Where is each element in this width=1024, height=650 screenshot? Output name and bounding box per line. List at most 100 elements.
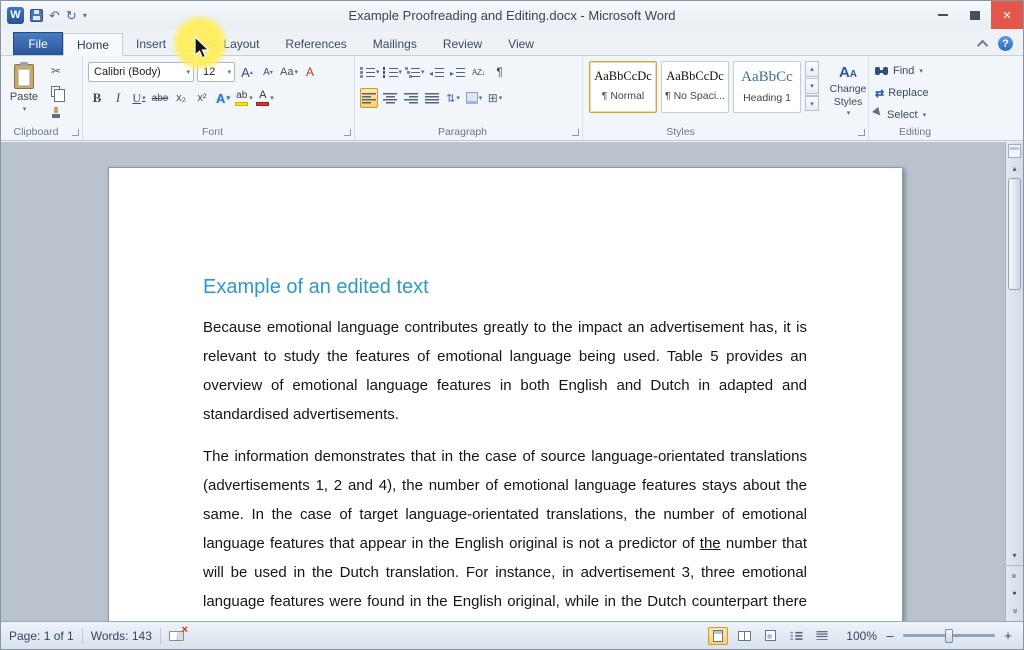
font-name-dropdown-icon[interactable]: ▾ [182,68,190,76]
ribbon: Paste ▾ ✂ Clipboard Calibri (Body) ▾ 12 … [1,56,1023,141]
tab-home[interactable]: Home [63,33,123,56]
font-color-button[interactable]: A ▾ [256,88,274,108]
line-spacing-button[interactable]: ⇅▾ [444,88,462,108]
styles-more-icon[interactable]: ▾ [805,95,819,111]
style-heading1[interactable]: AaBbCc Heading 1 [733,61,801,113]
styles-scroll-down-icon[interactable]: ▾ [805,78,819,94]
font-size-combo[interactable]: 12 ▾ [197,62,235,82]
borders-button[interactable]: ⊞▾ [486,88,504,108]
print-layout-view-button[interactable] [708,627,728,645]
highlight-color-button[interactable]: ab ▾ [235,88,253,108]
styles-group: AaBbCcDc ¶ Normal AaBbCcDc ¶ No Spaci...… [583,56,869,140]
justify-button[interactable] [423,88,441,108]
previous-page-icon[interactable]: « [1009,573,1019,578]
shading-button[interactable]: ▾ [465,88,483,108]
replace-button[interactable]: ⇄ Replace [871,84,929,102]
style-normal[interactable]: AaBbCcDc ¶ Normal [589,61,657,113]
ruler-toggle-icon[interactable] [1008,144,1021,158]
minimize-button[interactable] [927,1,959,29]
find-button[interactable]: Find ▾ [871,62,929,80]
select-browse-object-icon[interactable]: ● [1012,590,1016,597]
zoom-level[interactable]: 100% [846,629,877,643]
repeat-icon[interactable]: ↻ [66,9,77,22]
close-button[interactable]: × [991,1,1023,29]
minimize-ribbon-icon[interactable] [977,39,988,50]
tab-mailings[interactable]: Mailings [360,32,430,55]
underline-button[interactable]: U▾ [130,88,148,108]
paste-dropdown-icon[interactable]: ▾ [23,105,27,113]
paragraph-dialog-launcher[interactable] [572,129,579,136]
align-center-button[interactable] [381,88,399,108]
maximize-button[interactable] [959,1,991,29]
decrease-indent-button[interactable] [428,62,446,82]
bullets-icon [360,67,375,78]
show-hide-pilcrow-button[interactable]: ¶ [491,62,509,82]
word-logo-icon[interactable]: W [7,7,24,24]
vertical-scrollbar[interactable]: ▴ ▾ « ● « [1005,142,1023,621]
styles-scroll-up-icon[interactable]: ▴ [805,61,819,77]
select-dropdown-icon: ▾ [923,111,927,119]
web-layout-view-button[interactable] [760,627,780,645]
save-icon[interactable] [30,9,43,22]
scroll-down-icon[interactable]: ▾ [1006,548,1023,563]
numbering-icon [383,67,398,78]
zoom-slider[interactable] [903,634,995,637]
shrink-font-button[interactable]: A [259,62,277,82]
grow-font-button[interactable]: A [238,62,256,82]
zoom-out-icon[interactable]: – [883,628,897,643]
align-left-button[interactable] [360,88,378,108]
copy-button[interactable] [48,82,74,101]
page-indicator[interactable]: Page: 1 of 1 [9,629,74,643]
tab-insert[interactable]: Insert [123,32,179,55]
bullets-button[interactable]: ▾ [360,62,380,82]
help-icon[interactable]: ? [998,36,1013,51]
select-button[interactable]: Select ▾ [871,106,929,124]
numbering-dropdown-icon: ▾ [399,68,403,76]
format-painter-icon [51,107,61,118]
italic-button[interactable]: I [109,88,127,108]
tab-references[interactable]: References [272,32,359,55]
font-size-dropdown-icon[interactable]: ▾ [223,68,231,76]
clipboard-dialog-launcher[interactable] [72,129,79,136]
undo-icon[interactable]: ↶ [49,9,60,22]
fullscreen-reading-view-button[interactable] [734,627,754,645]
proofing-status-icon[interactable] [169,631,184,641]
scrollbar-thumb[interactable] [1008,178,1021,290]
align-right-button[interactable] [402,88,420,108]
subscript-button[interactable]: x₂ [172,88,190,108]
bold-button[interactable]: B [88,88,106,108]
font-dialog-launcher[interactable] [344,129,351,136]
zoom-slider-thumb[interactable] [945,629,953,643]
tab-page-layout[interactable]: Page Layout [179,32,272,55]
cut-button[interactable]: ✂ [48,61,74,80]
tab-review[interactable]: Review [430,32,495,55]
tab-view[interactable]: View [495,32,547,55]
paste-button[interactable]: Paste ▾ [6,59,42,125]
format-painter-button[interactable] [48,103,74,122]
style-heading1-preview: AaBbCc [734,69,800,86]
text-effects-button[interactable]: A▾ [214,88,232,108]
scroll-up-icon[interactable]: ▴ [1006,161,1023,176]
document-page[interactable]: Example of an edited text Because emotio… [108,167,903,621]
tab-file[interactable]: File [13,32,63,55]
numbering-button[interactable]: ▾ [383,62,403,82]
styles-dialog-launcher[interactable] [858,129,865,136]
print-layout-icon [713,630,723,642]
change-case-button[interactable]: Aa▾ [280,62,298,82]
style-no-spacing[interactable]: AaBbCcDc ¶ No Spaci... [661,61,729,113]
font-name-combo[interactable]: Calibri (Body) ▾ [88,62,194,82]
draft-view-button[interactable] [812,627,832,645]
strikethrough-button[interactable]: abe [151,88,169,108]
clear-formatting-button[interactable]: A [301,62,319,82]
word-count[interactable]: Words: 143 [91,629,152,643]
customize-qat-icon[interactable]: ▾ [83,11,87,20]
increase-indent-button[interactable] [449,62,467,82]
change-styles-button[interactable]: AA Change Styles ▾ [823,61,873,133]
superscript-button[interactable]: x² [193,88,211,108]
outline-view-button[interactable] [786,627,806,645]
line-spacing-icon: ⇅ [446,92,455,105]
multilevel-list-button[interactable]: ▾ [405,62,425,82]
zoom-in-icon[interactable]: + [1001,628,1015,643]
next-page-icon[interactable]: « [1009,609,1019,614]
sort-button[interactable]: AZ↓ [470,62,488,82]
